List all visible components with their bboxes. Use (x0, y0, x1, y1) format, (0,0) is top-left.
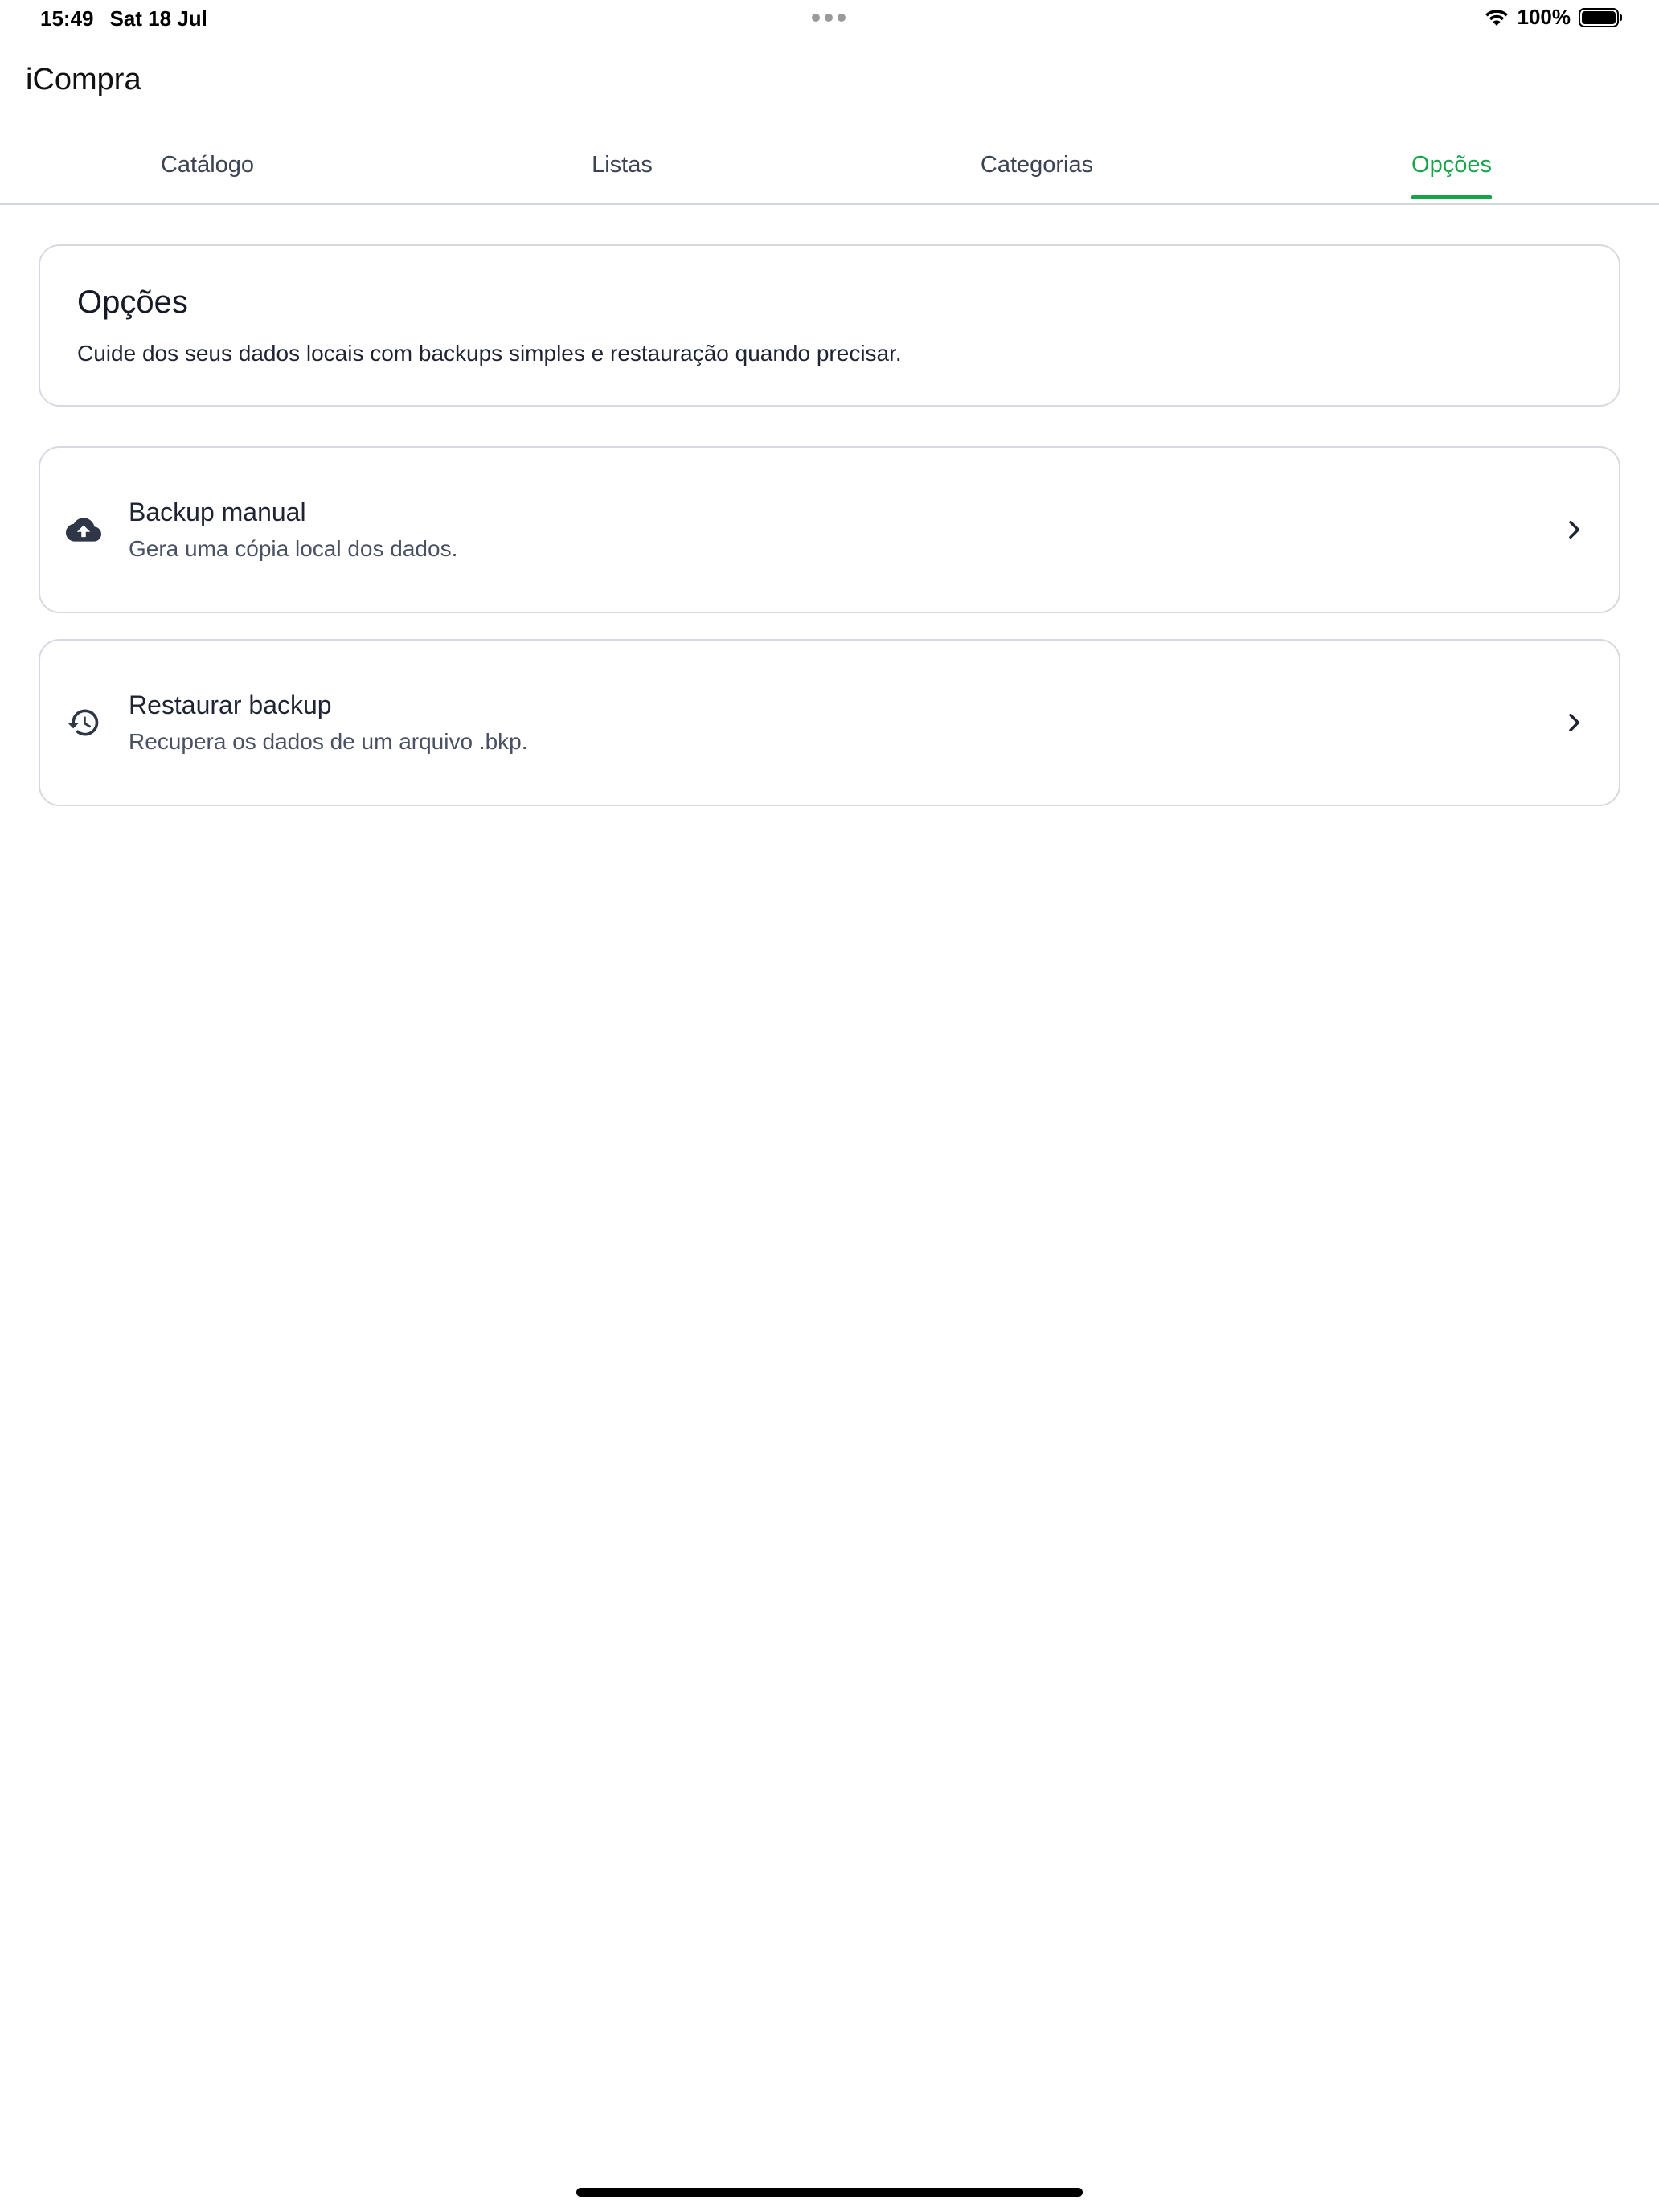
page-description: Cuide dos seus dados locais com backups … (77, 341, 902, 366)
restore-backup-subtitle: Recupera os dados de um arquivo .bkp. (129, 729, 528, 754)
status-time: 15:49 (40, 6, 94, 31)
cloud-upload-icon (66, 518, 101, 542)
status-time-date: 15:49 Sat 18 Jul (40, 6, 207, 31)
backup-manual-subtitle: Gera uma cópia local dos dados. (129, 536, 458, 561)
multitasking-dots-icon[interactable] (812, 14, 846, 22)
backup-manual-title: Backup manual (129, 498, 306, 526)
tab-catalogo[interactable]: Catálogo (0, 133, 415, 203)
chevron-right-icon (1569, 713, 1580, 732)
battery-percent: 100% (1517, 5, 1571, 29)
battery-icon (1579, 7, 1622, 27)
tab-categorias[interactable]: Categorias (830, 133, 1244, 203)
options-intro-card: Opções Cuide dos seus dados locais com b… (39, 244, 1620, 407)
tab-categorias-label: Categorias (980, 152, 1094, 178)
restore-backup-title: Restaurar backup (129, 690, 332, 719)
wifi-icon (1485, 9, 1508, 26)
tab-listas[interactable]: Listas (415, 133, 830, 203)
app-title: iCompra (26, 63, 141, 96)
tab-bar: Catálogo Listas Categorias Opções (0, 133, 1659, 205)
restore-backup-button[interactable]: Restaurar backup Recupera os dados de um… (39, 639, 1620, 806)
tab-opcoes[interactable]: Opções (1244, 133, 1659, 203)
chevron-right-icon (1569, 520, 1580, 539)
status-indicators: 100% (1484, 5, 1622, 30)
backup-manual-button[interactable]: Backup manual Gera uma cópia local dos d… (39, 446, 1620, 613)
tab-catalogo-label: Catálogo (160, 152, 255, 178)
tab-listas-label: Listas (592, 152, 653, 178)
status-date: Sat 18 Jul (109, 6, 207, 31)
page-title: Opções (77, 285, 188, 320)
status-bar: 15:49 Sat 18 Jul 100% (0, 0, 1659, 39)
history-icon (67, 709, 99, 736)
tab-opcoes-label: Opções (1411, 152, 1492, 199)
home-indicator[interactable] (576, 2188, 1083, 2197)
